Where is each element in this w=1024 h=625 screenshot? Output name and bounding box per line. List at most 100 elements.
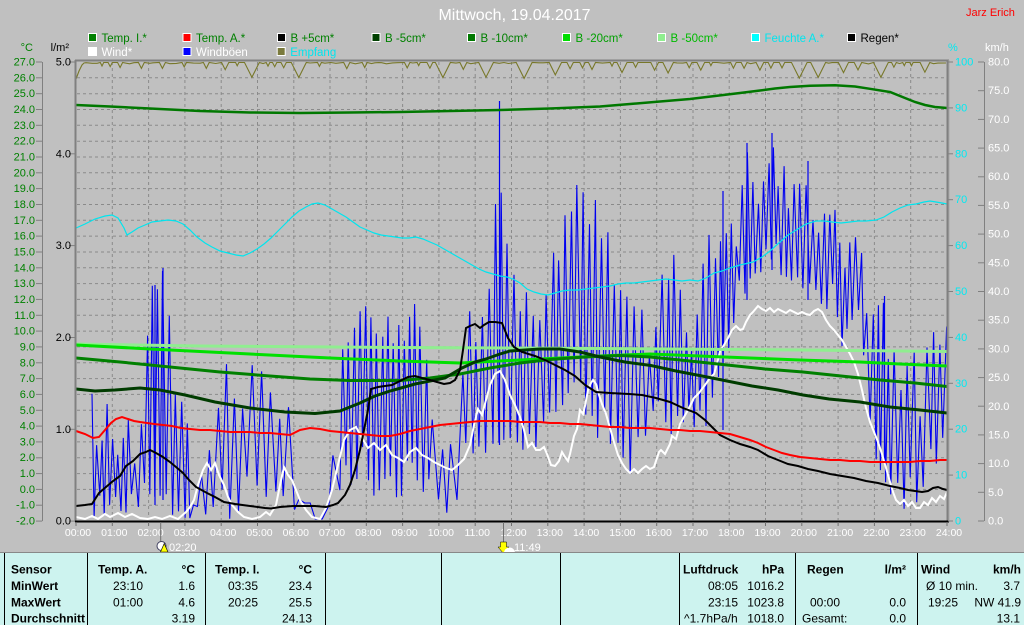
svg-text:3.19: 3.19 [172, 612, 196, 625]
svg-text:%: % [948, 42, 958, 54]
svg-text:Regen: Regen [807, 563, 844, 577]
svg-text:km/h: km/h [985, 42, 1009, 54]
svg-text:10:00: 10:00 [428, 527, 454, 539]
svg-text:0.0: 0.0 [889, 596, 906, 610]
svg-text:02:00: 02:00 [137, 527, 163, 539]
svg-text:25.5: 25.5 [289, 596, 313, 610]
svg-text:2.0: 2.0 [20, 452, 35, 464]
svg-text:16:00: 16:00 [646, 527, 672, 539]
svg-text:Luftdruck: Luftdruck [683, 563, 739, 577]
svg-text:17.0: 17.0 [14, 215, 35, 227]
svg-text:Windböen: Windböen [196, 47, 248, 59]
svg-text:4.6: 4.6 [178, 596, 195, 610]
svg-text:B +5cm*: B +5cm* [291, 33, 335, 45]
svg-text:20.0: 20.0 [14, 167, 35, 179]
svg-text:Durchschnitt: Durchschnitt [11, 612, 85, 625]
svg-text:00:00: 00:00 [65, 527, 91, 539]
svg-text:65.0: 65.0 [988, 143, 1009, 155]
svg-text:08:05: 08:05 [708, 579, 738, 593]
svg-text:90: 90 [955, 102, 967, 114]
svg-text:5.0: 5.0 [56, 57, 71, 69]
svg-text:60: 60 [955, 240, 967, 252]
svg-text:21:00: 21:00 [827, 527, 853, 539]
svg-text:20: 20 [955, 424, 967, 436]
svg-text:00:00: 00:00 [810, 596, 840, 610]
svg-text:80: 80 [955, 148, 967, 160]
svg-text:Temp. A.: Temp. A. [98, 563, 147, 577]
svg-text:NW 41.9: NW 41.9 [974, 596, 1021, 610]
svg-text:Empfang: Empfang [290, 47, 336, 59]
svg-text:04:00: 04:00 [210, 527, 236, 539]
svg-text:35.0: 35.0 [988, 315, 1009, 327]
svg-text:100: 100 [955, 57, 973, 69]
svg-text:1023.8: 1023.8 [747, 596, 784, 610]
svg-text:09:00: 09:00 [391, 527, 417, 539]
svg-text:6.0: 6.0 [20, 389, 35, 401]
svg-text:40: 40 [955, 332, 967, 344]
svg-text:B -20cm*: B -20cm* [576, 33, 624, 45]
svg-text:10: 10 [955, 470, 967, 482]
svg-text:08:00: 08:00 [355, 527, 381, 539]
svg-text:Jarz Erich: Jarz Erich [966, 7, 1015, 19]
svg-text:14:00: 14:00 [573, 527, 599, 539]
svg-text:01:00: 01:00 [113, 596, 143, 610]
svg-text:^1.7hPa/h: ^1.7hPa/h [684, 612, 738, 625]
svg-text:19.0: 19.0 [14, 183, 35, 195]
svg-text:hPa: hPa [762, 563, 784, 577]
svg-text:Sensor: Sensor [11, 563, 52, 577]
svg-text:40.0: 40.0 [988, 286, 1009, 298]
svg-text:70: 70 [955, 194, 967, 206]
svg-text:23:10: 23:10 [113, 579, 143, 593]
svg-text:23:15: 23:15 [708, 596, 738, 610]
svg-text:Temp. I.*: Temp. I.* [102, 33, 148, 45]
svg-text:20.0: 20.0 [988, 401, 1009, 413]
svg-text:12.0: 12.0 [14, 294, 35, 306]
svg-text:45.0: 45.0 [988, 257, 1009, 269]
svg-text:18.0: 18.0 [14, 199, 35, 211]
svg-text:Ø 10 min.: Ø 10 min. [926, 579, 978, 593]
svg-text:B -5cm*: B -5cm* [385, 33, 426, 45]
svg-text:30.0: 30.0 [988, 343, 1009, 355]
svg-text:3.0: 3.0 [20, 436, 35, 448]
svg-text:06:00: 06:00 [283, 527, 309, 539]
svg-text:10.0: 10.0 [14, 326, 35, 338]
svg-text:Wind: Wind [921, 563, 950, 577]
svg-text:4.0: 4.0 [56, 148, 71, 160]
svg-text:03:35: 03:35 [228, 579, 258, 593]
svg-text:22:00: 22:00 [863, 527, 889, 539]
svg-text:0.0: 0.0 [988, 516, 1003, 528]
svg-text:0.0: 0.0 [56, 516, 71, 528]
svg-text:01:00: 01:00 [101, 527, 127, 539]
svg-text:5.0: 5.0 [988, 487, 1003, 499]
svg-text:22.0: 22.0 [14, 136, 35, 148]
svg-text:5.0: 5.0 [20, 405, 35, 417]
svg-text:-2.0: -2.0 [16, 516, 35, 528]
svg-text:0: 0 [955, 516, 961, 528]
svg-text:Gesamt:: Gesamt: [802, 612, 847, 625]
svg-text:23.4: 23.4 [289, 579, 313, 593]
svg-text:21.0: 21.0 [14, 152, 35, 164]
svg-text:15.0: 15.0 [14, 247, 35, 259]
svg-text:05:00: 05:00 [246, 527, 272, 539]
svg-text:10.0: 10.0 [988, 458, 1009, 470]
svg-text:4.0: 4.0 [20, 421, 35, 433]
svg-text:20:25: 20:25 [228, 596, 258, 610]
svg-text:1.6: 1.6 [178, 579, 195, 593]
svg-text:9.0: 9.0 [20, 341, 35, 353]
svg-text:75.0: 75.0 [988, 85, 1009, 97]
svg-text:25.0: 25.0 [14, 88, 35, 100]
svg-text:13.0: 13.0 [14, 278, 35, 290]
svg-text:18:00: 18:00 [718, 527, 744, 539]
svg-text:07:00: 07:00 [319, 527, 345, 539]
svg-text:3.0: 3.0 [56, 240, 71, 252]
svg-text:0.0: 0.0 [20, 484, 35, 496]
svg-text:-1.0: -1.0 [16, 500, 35, 512]
svg-text:13.1: 13.1 [997, 612, 1021, 625]
svg-text:17:00: 17:00 [682, 527, 708, 539]
svg-text:30: 30 [955, 378, 967, 390]
svg-text:MaxWert: MaxWert [11, 596, 61, 610]
svg-text:24.0: 24.0 [14, 104, 35, 116]
svg-text:24.13: 24.13 [282, 612, 312, 625]
svg-text:°C: °C [299, 563, 313, 577]
svg-text:2.0: 2.0 [56, 332, 71, 344]
